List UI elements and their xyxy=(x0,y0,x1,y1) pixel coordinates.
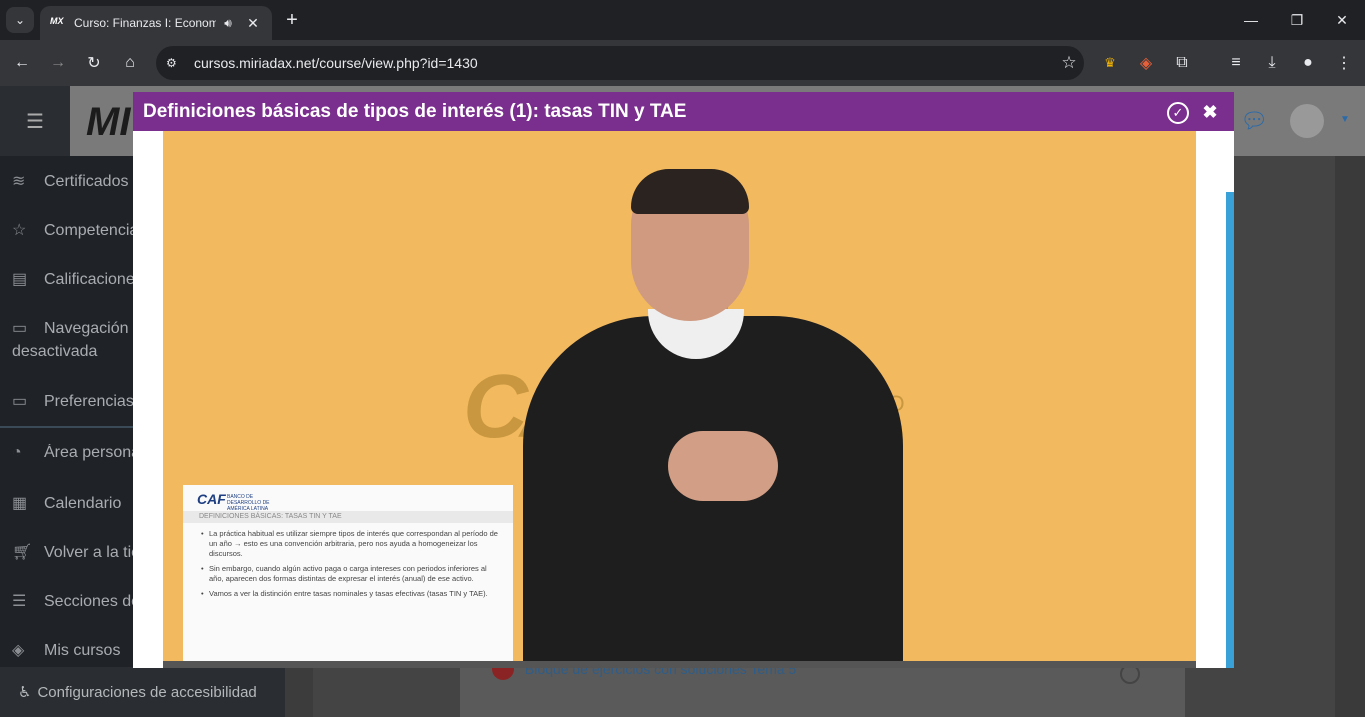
layers-icon: ≋ xyxy=(12,173,26,190)
crown-extension-icon[interactable]: ♛ xyxy=(1096,49,1124,77)
forward-button[interactable]: → xyxy=(44,49,72,77)
slide-bullet: Vamos a ver la distinción entre tasas no… xyxy=(201,589,498,599)
book-icon: ▤ xyxy=(12,271,28,288)
slide-overlay: CAF BANCO DE DESARROLLO DE AMÉRICA LATIN… xyxy=(183,485,513,668)
user-avatar[interactable] xyxy=(1290,104,1324,138)
favicon: MX xyxy=(50,16,64,26)
chat-icon[interactable]: 💬︎ xyxy=(1240,108,1268,134)
dashboard-icon: ◔ xyxy=(12,444,22,461)
slide-bullet: La práctica habitual es utilizar siempre… xyxy=(201,529,498,559)
accessibility-settings[interactable]: ♿︎ Configuraciones de accesibilidad xyxy=(0,667,285,717)
chevron-down-icon[interactable]: ▼ xyxy=(1340,114,1350,125)
cart-icon: 🛒︎ xyxy=(12,544,33,561)
graduation-extension-icon[interactable]: ◈ xyxy=(1132,49,1160,77)
slide-bullet: Sin embargo, cuando algún activo paga o … xyxy=(201,564,498,584)
window-close-button[interactable]: ✕ xyxy=(1322,6,1362,34)
modal-header: Definiciones básicas de tipos de interés… xyxy=(133,92,1234,131)
folder-icon: ▭ xyxy=(12,320,28,337)
video-progress-bar[interactable] xyxy=(163,661,1196,668)
address-bar[interactable]: ⚙ cursos.miriadax.net/course/view.php?id… xyxy=(156,46,1084,80)
back-button[interactable]: ← xyxy=(8,49,36,77)
close-icon[interactable]: ✖ xyxy=(1200,102,1220,122)
slide-logo-sub: BANCO DE DESARROLLO DE AMÉRICA LATINA xyxy=(227,494,270,512)
minimize-button[interactable]: — xyxy=(1231,6,1271,34)
video-player[interactable]: CAF LLO CAF BANCO DE DESARROLLO DE AMÉRI… xyxy=(163,131,1196,668)
speaker-icon[interactable]: 🔊︎ xyxy=(220,16,236,31)
list-icon: ☰ xyxy=(12,593,27,610)
browser-toolbar: ← → ↻ ⌂ ⚙ cursos.miriadax.net/course/vie… xyxy=(0,40,1365,86)
media-control-icon[interactable]: ≡ xyxy=(1222,49,1250,77)
bookmark-star-icon[interactable]: ☆ xyxy=(1054,53,1084,73)
slide-logo: CAF xyxy=(197,491,226,507)
star-icon: ☆ xyxy=(12,222,27,239)
tab-search-button[interactable]: ⌄ xyxy=(6,7,34,33)
accessibility-icon: ♿︎ xyxy=(18,684,32,701)
presenter-hair xyxy=(631,169,749,214)
modal-scrollbar[interactable] xyxy=(1226,192,1234,668)
calendar-icon: ▦ xyxy=(12,495,28,512)
right-rail xyxy=(1335,156,1365,717)
restore-button[interactable]: ❐ xyxy=(1277,6,1317,34)
graduation-icon: ◈ xyxy=(12,642,25,659)
tab-title: Curso: Finanzas I: Economía xyxy=(74,16,216,30)
url-text[interactable]: cursos.miriadax.net/course/view.php?id=1… xyxy=(194,55,1054,71)
slide-bullets: La práctica habitual es utilizar siempre… xyxy=(201,529,498,604)
video-modal: Definiciones básicas de tipos de interés… xyxy=(133,92,1234,668)
browser-tabbar: ⌄ MX Curso: Finanzas I: Economía 🔊︎ ✕ + … xyxy=(0,0,1365,40)
new-tab-button[interactable]: + xyxy=(280,8,304,32)
download-icon[interactable]: ⤓ xyxy=(1258,49,1286,77)
presenter-hands xyxy=(668,431,778,501)
home-button[interactable]: ⌂ xyxy=(116,49,144,77)
menu-kebab-icon[interactable]: ⋮ xyxy=(1330,49,1358,77)
check-icon[interactable]: ✓ xyxy=(1167,102,1189,124)
hamburger-icon[interactable]: ☰ xyxy=(0,86,70,156)
folder-icon: ▭ xyxy=(12,393,28,410)
extensions-icon[interactable]: ⧉ xyxy=(1168,49,1196,77)
site-settings-icon[interactable]: ⚙ xyxy=(166,56,184,70)
site-logo[interactable]: MI xyxy=(86,100,130,145)
slide-heading: DEFINICIONES BÁSICAS: TASAS TIN Y TAE xyxy=(199,513,342,520)
browser-tab[interactable]: MX Curso: Finanzas I: Economía 🔊︎ ✕ xyxy=(40,6,272,40)
profile-avatar[interactable]: ● xyxy=(1294,49,1322,77)
modal-title: Definiciones básicas de tipos de interés… xyxy=(143,100,687,122)
reload-button[interactable]: ↻ xyxy=(80,49,108,77)
tab-close-icon[interactable]: ✕ xyxy=(244,15,262,32)
